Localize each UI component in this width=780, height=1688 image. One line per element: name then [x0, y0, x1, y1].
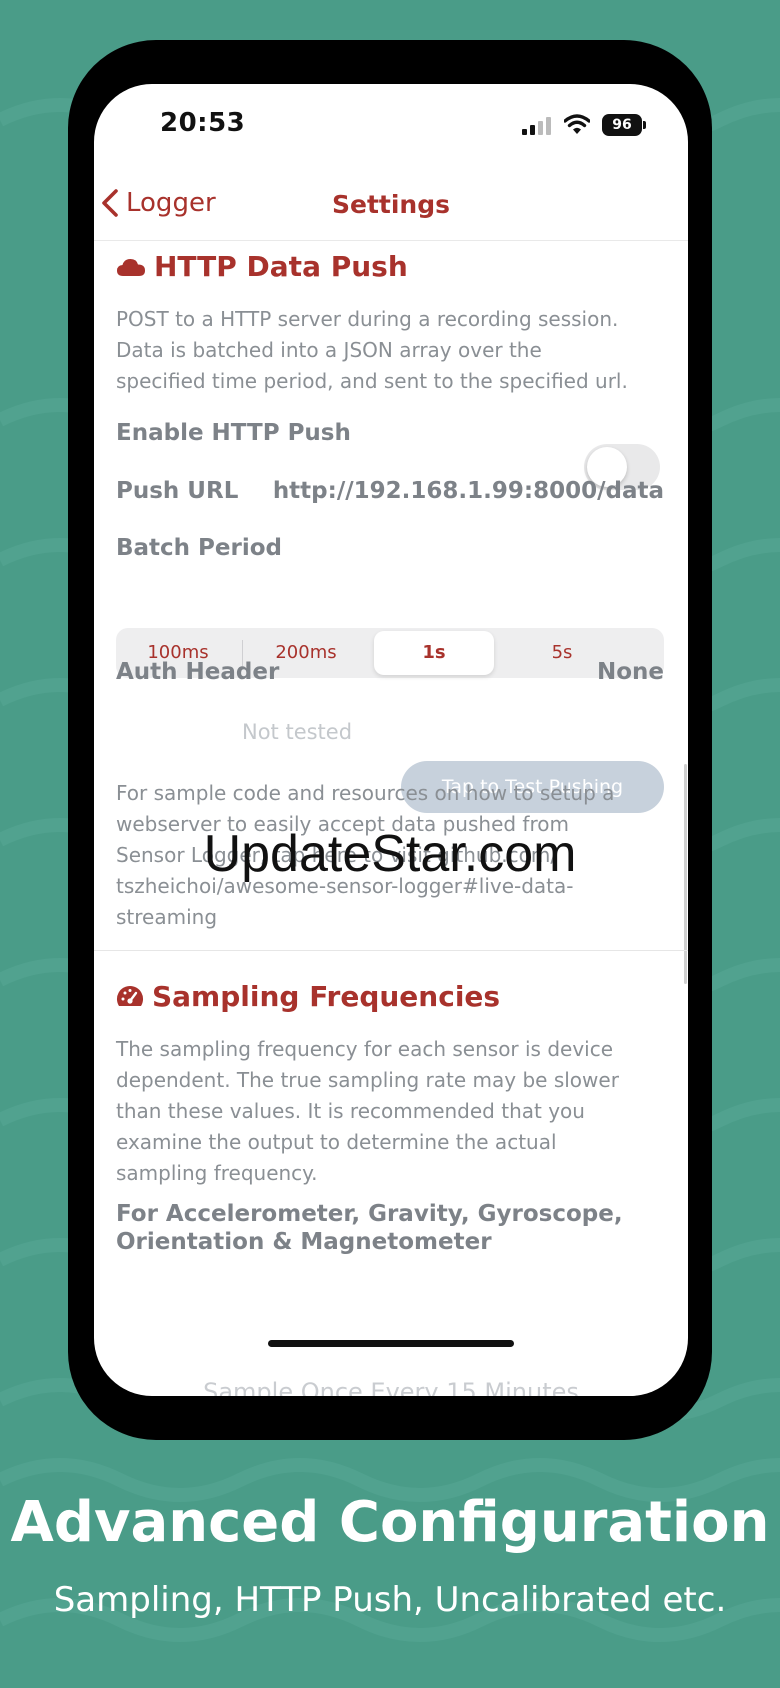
- enable-http-push-label: Enable HTTP Push: [116, 420, 351, 446]
- signal-icon: [522, 117, 551, 135]
- nav-divider: [94, 240, 688, 241]
- watermark: UpdateStar.com: [203, 825, 577, 883]
- cloud-icon: [117, 258, 145, 276]
- push-url-label: Push URL: [116, 478, 239, 504]
- batch-period-label: Batch Period: [116, 535, 283, 561]
- http-push-description: POST to a HTTP server during a recording…: [116, 307, 628, 393]
- sampling-option[interactable]: Sample Once Every 15 Minutes: [94, 1378, 688, 1396]
- battery-tip: [643, 121, 646, 129]
- speedometer-icon: [116, 985, 144, 1006]
- wifi-icon: [564, 114, 590, 134]
- home-indicator: [268, 1340, 514, 1347]
- test-status: Not tested: [242, 720, 353, 744]
- auth-header-label: Auth Header: [116, 659, 280, 685]
- auth-header-value[interactable]: None: [597, 659, 664, 685]
- http-push-title: HTTP Data Push: [154, 250, 408, 283]
- sampling-heading: Sampling Frequencies: [116, 980, 500, 1013]
- caption-subtitle: Sampling, HTTP Push, Uncalibrated etc.: [53, 1580, 727, 1620]
- page-title: Settings: [331, 190, 450, 219]
- section-divider: [94, 950, 688, 951]
- sampling-title: Sampling Frequencies: [152, 980, 501, 1013]
- sampling-description: The sampling frequency for each sensor i…: [116, 1037, 619, 1185]
- battery-icon: 96: [602, 114, 642, 136]
- push-url-field[interactable]: http://192.168.1.99:8000/data: [273, 478, 664, 504]
- caption-title: Advanced Configuration: [10, 1490, 770, 1555]
- batch-option-1s[interactable]: 1s: [374, 631, 494, 675]
- http-push-heading: HTTP Data Push: [116, 250, 408, 283]
- status-time: 20:53: [160, 108, 246, 138]
- phone-screen: 20:53 96 Logger Settings HTTP Data Push …: [94, 84, 688, 1396]
- sensor-group-heading: For Accelerometer, Gravity, Gyroscope, O…: [116, 1201, 623, 1255]
